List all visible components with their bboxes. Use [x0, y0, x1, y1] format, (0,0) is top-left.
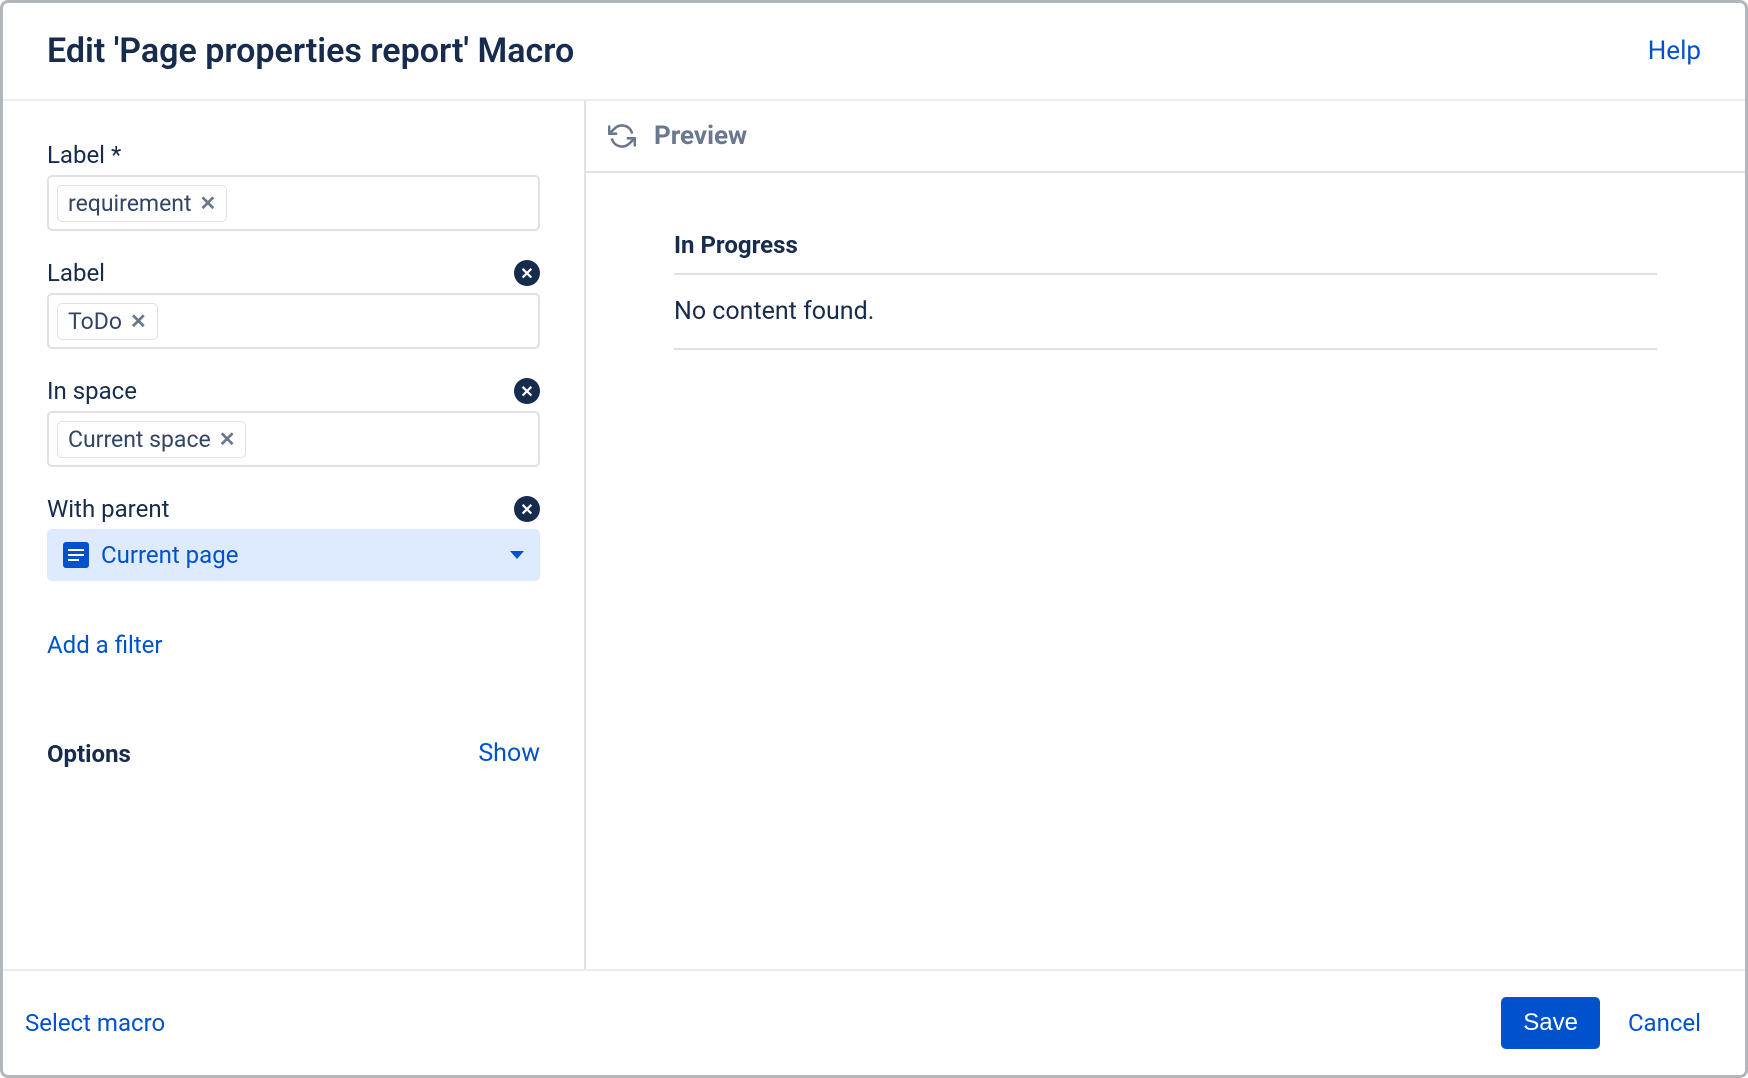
preview-body: In Progress No content found. [586, 173, 1745, 370]
close-icon[interactable]: ✕ [219, 429, 236, 449]
parent-select[interactable]: Current page [47, 529, 540, 581]
dialog-title: Edit 'Page properties report' Macro [47, 31, 574, 71]
chevron-down-icon [510, 551, 524, 559]
select-macro-link[interactable]: Select macro [25, 1009, 165, 1037]
add-filter-link[interactable]: Add a filter [47, 631, 163, 659]
chip-text: Current space [68, 426, 211, 453]
help-link[interactable]: Help [1648, 36, 1701, 66]
chip-todo: ToDo ✕ [57, 303, 158, 340]
parent-select-value: Current page [101, 541, 238, 569]
label-required-input[interactable]: requirement ✕ [47, 175, 540, 231]
preview-panel: Preview In Progress No content found. [586, 101, 1745, 969]
field-label-required: Label * requirement ✕ [47, 141, 540, 231]
close-icon[interactable]: ✕ [130, 311, 147, 331]
preview-header: Preview [586, 101, 1745, 173]
dialog-body: Label * requirement ✕ Label ✕ ToDo [3, 101, 1745, 969]
preview-empty-text: No content found. [674, 275, 1657, 350]
field-label: Label * [47, 141, 121, 169]
config-panel: Label * requirement ✕ Label ✕ ToDo [3, 101, 586, 969]
options-section: Options Show [47, 739, 540, 768]
chip-text: requirement [68, 190, 192, 217]
dialog-header: Edit 'Page properties report' Macro Help [3, 3, 1745, 101]
field-with-parent: With parent ✕ Current page [47, 495, 540, 581]
chip-text: ToDo [68, 308, 122, 335]
space-input[interactable]: Current space ✕ [47, 411, 540, 467]
chip-requirement: requirement ✕ [57, 185, 227, 222]
macro-edit-dialog: Edit 'Page properties report' Macro Help… [0, 0, 1748, 1078]
options-show-link[interactable]: Show [478, 739, 540, 768]
dialog-footer: Select macro Save Cancel [3, 969, 1745, 1075]
save-button[interactable]: Save [1501, 997, 1600, 1049]
field-in-space: In space ✕ Current space ✕ [47, 377, 540, 467]
field-label: Label [47, 259, 105, 287]
preview-title: Preview [654, 121, 747, 151]
page-icon [63, 542, 89, 568]
refresh-icon[interactable] [608, 122, 636, 150]
clear-field-icon[interactable]: ✕ [514, 496, 540, 522]
cancel-link[interactable]: Cancel [1628, 1009, 1701, 1037]
field-label: In space [47, 377, 137, 405]
clear-field-icon[interactable]: ✕ [514, 260, 540, 286]
field-label: With parent [47, 495, 169, 523]
label-input[interactable]: ToDo ✕ [47, 293, 540, 349]
clear-field-icon[interactable]: ✕ [514, 378, 540, 404]
footer-actions: Save Cancel [1501, 997, 1701, 1049]
close-icon[interactable]: ✕ [200, 193, 217, 213]
chip-current-space: Current space ✕ [57, 421, 246, 458]
field-label: Label ✕ ToDo ✕ [47, 259, 540, 349]
options-title: Options [47, 740, 131, 768]
preview-section-title: In Progress [674, 231, 1657, 275]
